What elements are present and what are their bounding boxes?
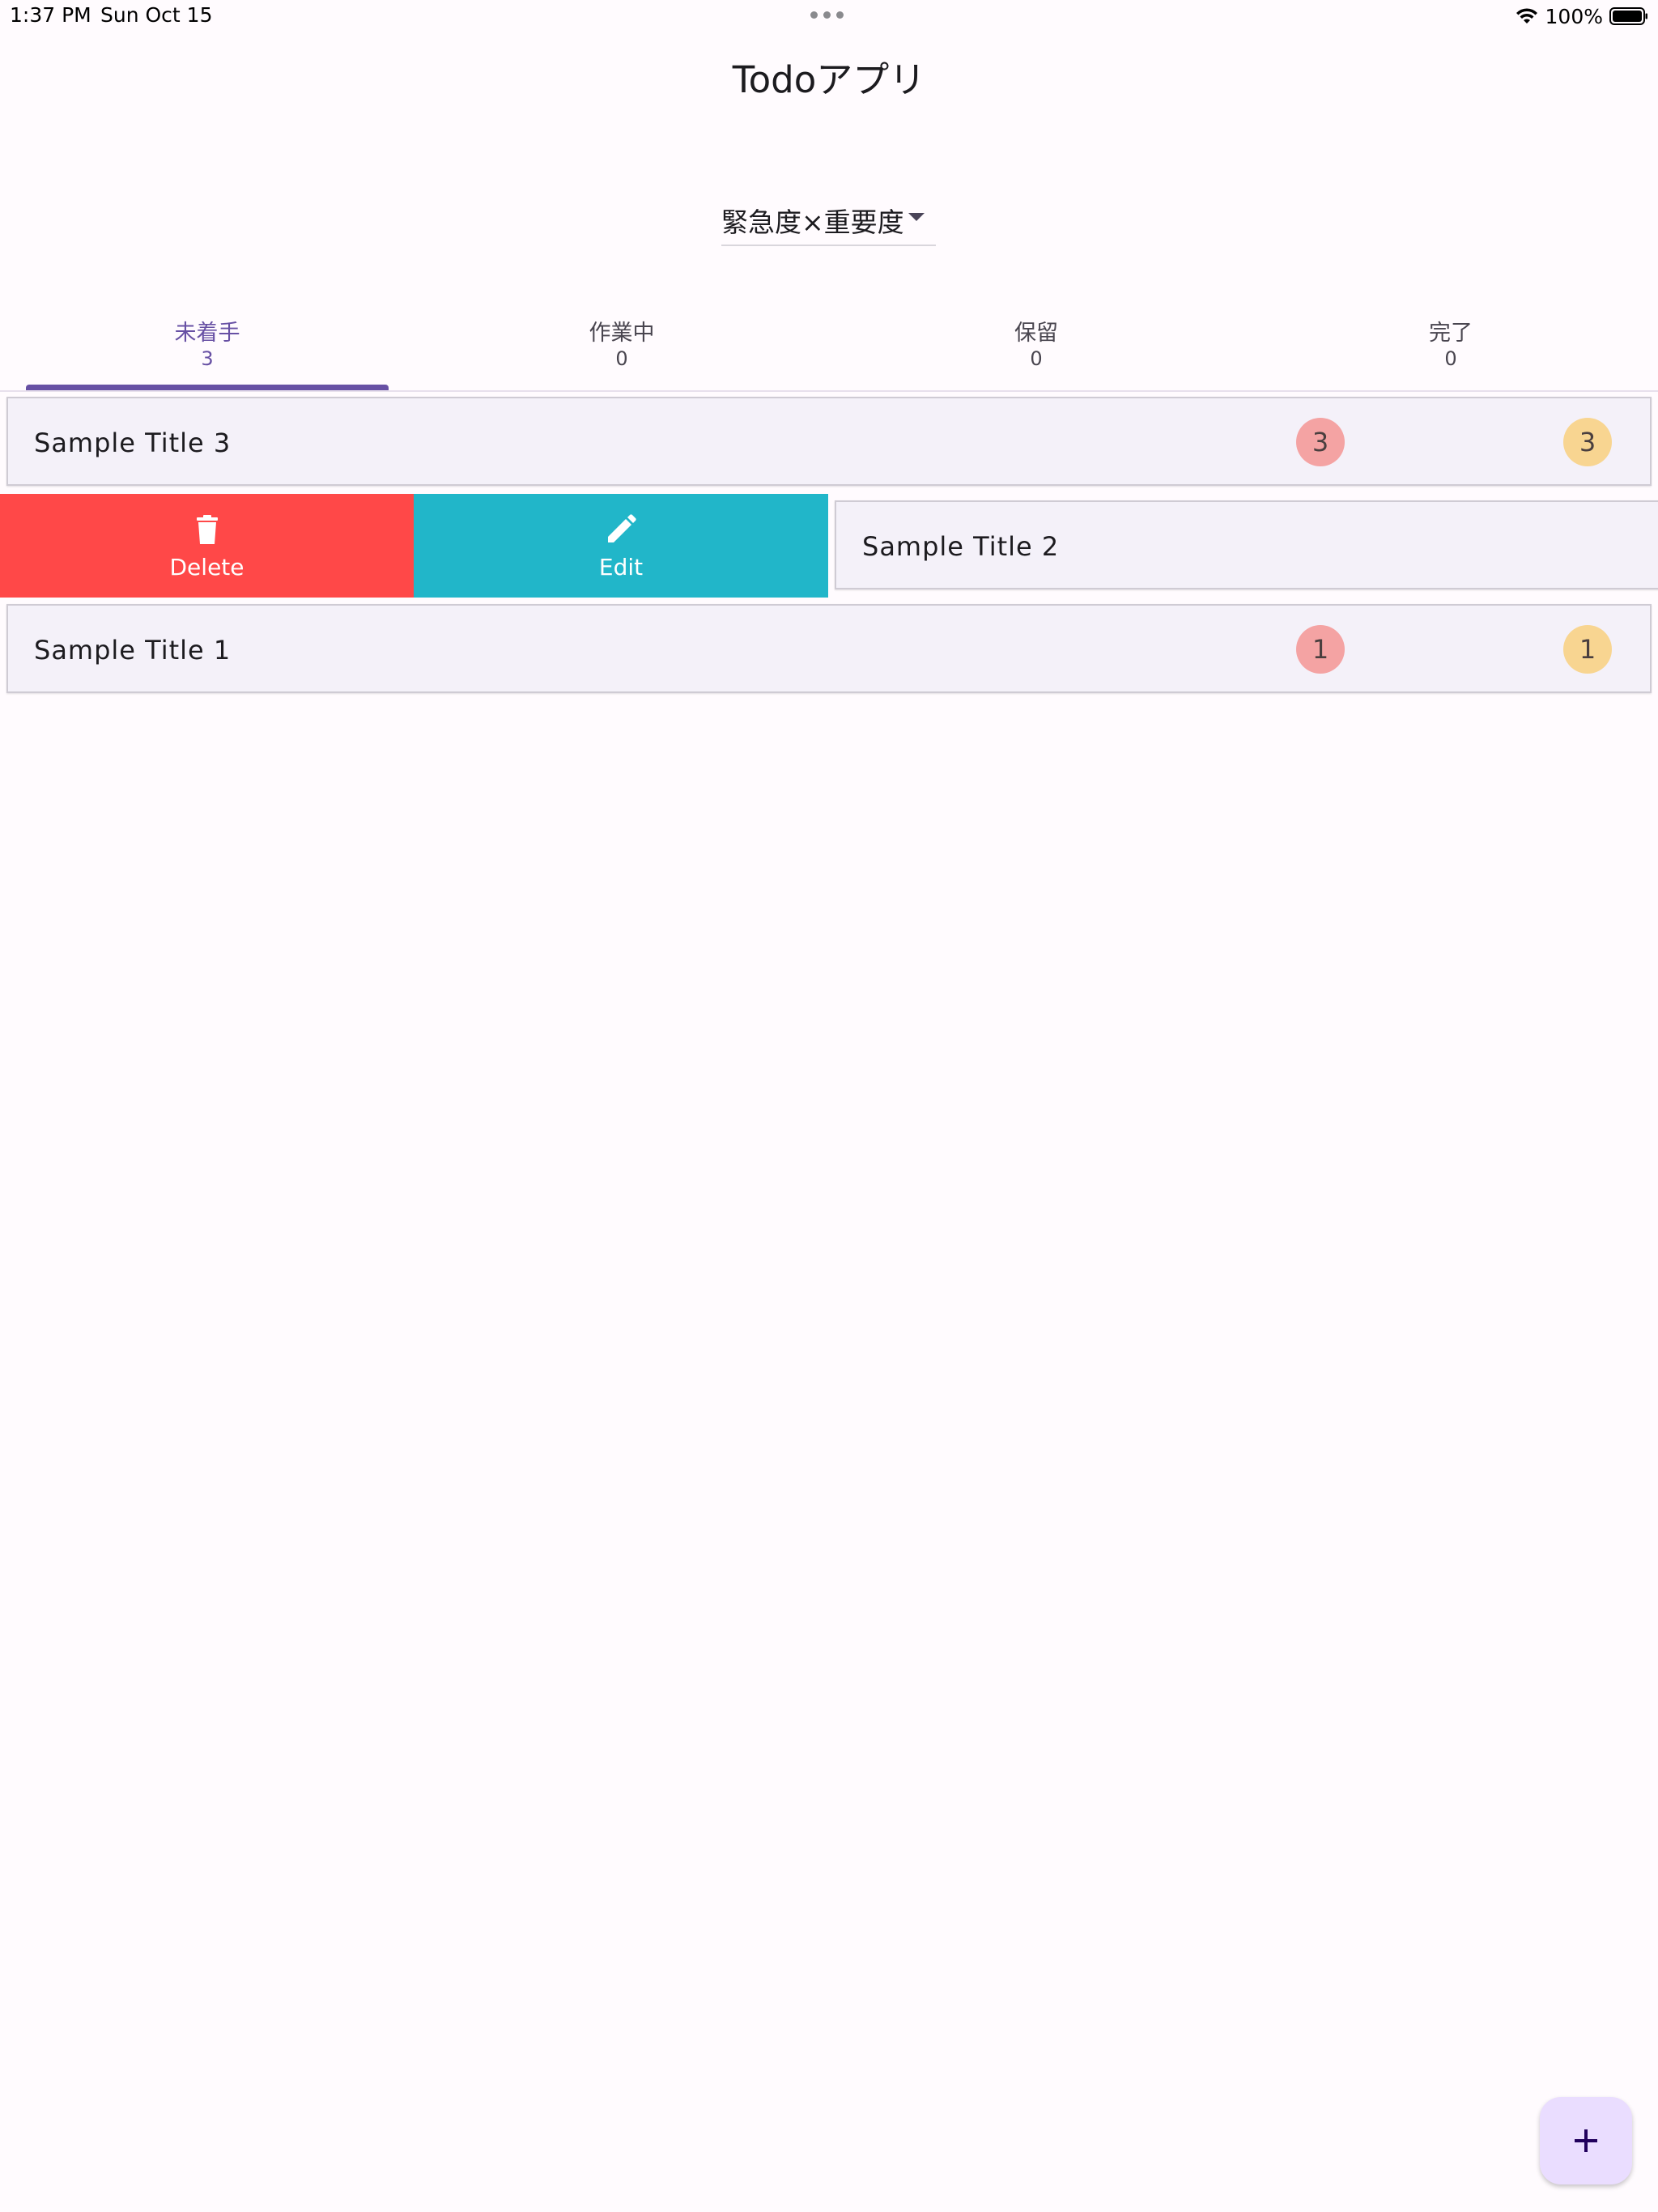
todo-app-screen: 1:37 PM Sun Oct 15 100% Todoアプリ 緊急度×重要度	[0, 0, 1658, 2212]
edit-button[interactable]: Edit	[414, 494, 828, 598]
battery-icon	[1609, 7, 1647, 25]
tab-label: 完了	[1429, 321, 1473, 346]
tab-count: 0	[1030, 347, 1043, 370]
page-title: Todoアプリ	[732, 58, 926, 101]
delete-button[interactable]: Delete	[0, 494, 414, 598]
pencil-icon	[608, 514, 636, 542]
tab-count: 0	[1444, 347, 1457, 370]
todo-title: Sample Title 1	[34, 635, 232, 666]
tab-count: 3	[201, 347, 214, 370]
caret-down-icon	[908, 213, 925, 221]
status-bar: 1:37 PM Sun Oct 15 100%	[0, 0, 1658, 36]
status-time: 1:37 PM	[10, 3, 91, 27]
edit-label: Edit	[598, 554, 644, 581]
wifi-icon	[1516, 8, 1537, 23]
tab-in-progress[interactable]: 作業中 0	[414, 304, 829, 390]
tab-not-started[interactable]: 未着手 3	[0, 304, 414, 390]
multitasking-dots-icon[interactable]	[810, 11, 844, 19]
todo-title: Sample Title 3	[34, 428, 232, 458]
status-indicators: 100%	[1515, 3, 1648, 29]
importance-badge: 1	[1563, 625, 1612, 674]
tab-label: 作業中	[589, 321, 655, 346]
todo-card[interactable]: Sample Title 3 3 3	[6, 397, 1652, 486]
urgency-badge: 3	[1296, 418, 1345, 466]
tab-count: 0	[615, 347, 628, 370]
tab-label: 未着手	[174, 321, 240, 346]
sort-selected-value: 緊急度×重要度	[721, 206, 904, 238]
todo-card[interactable]: Sample Title 1 1 1	[6, 604, 1652, 693]
status-date: Sun Oct 15	[100, 3, 213, 27]
urgency-badge: 1	[1296, 625, 1345, 674]
delete-label: Delete	[169, 554, 244, 581]
status-tabs: 未着手 3 作業中 0 保留 0 完了 0	[0, 304, 1658, 392]
active-tab-indicator	[26, 385, 389, 390]
battery-percentage: 100%	[1545, 4, 1603, 28]
todo-card-swiped[interactable]: Sample Title 2	[835, 500, 1658, 589]
trash-icon	[196, 515, 218, 544]
plus-icon	[1575, 2129, 1597, 2152]
tab-on-hold[interactable]: 保留 0	[829, 304, 1244, 390]
sort-dropdown[interactable]: 緊急度×重要度	[721, 194, 936, 246]
tab-label: 保留	[1014, 321, 1058, 346]
todo-title: Sample Title 2	[862, 531, 1060, 562]
importance-badge: 3	[1563, 418, 1612, 466]
add-todo-button[interactable]	[1540, 2097, 1632, 2184]
tab-completed[interactable]: 完了 0	[1244, 304, 1658, 390]
